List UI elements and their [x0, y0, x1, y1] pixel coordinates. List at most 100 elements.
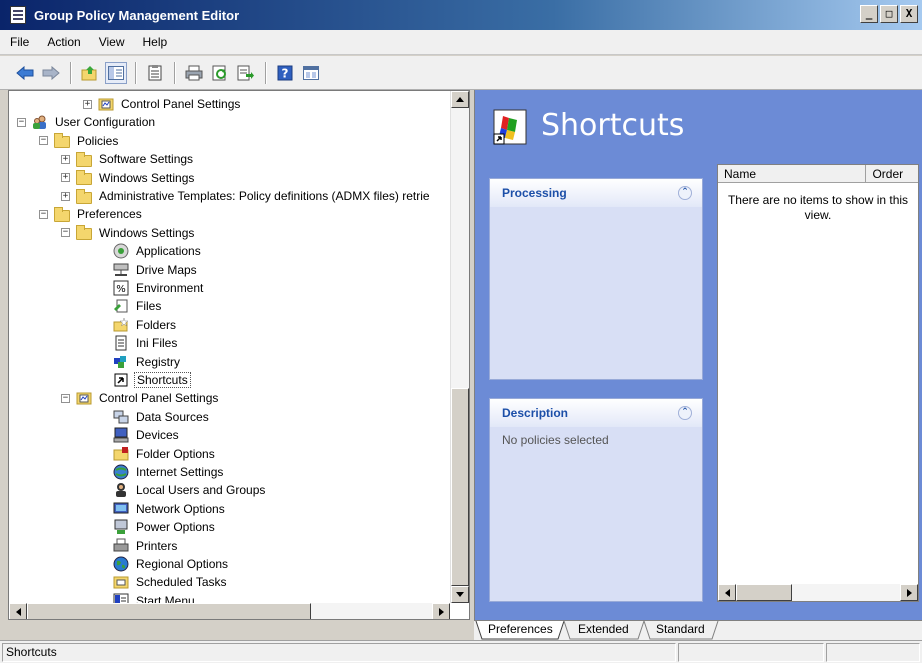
tree-item-administrative-templates-policy-definiti[interactable]: + Administrative Templates: Policy defini… [61, 187, 432, 205]
scroll-up-button[interactable] [451, 91, 469, 108]
tree-item-regional-options[interactable]: Regional Options [113, 555, 230, 573]
expand-icon[interactable]: + [61, 173, 70, 183]
user-config-icon [32, 114, 48, 130]
title-bar: Group Policy Management Editor _ □ X [0, 0, 922, 30]
collapse-icon[interactable]: − [61, 228, 70, 238]
tree-item-preferences[interactable]: − Preferences [39, 205, 144, 223]
collapse-chevron-icon[interactable]: ⌃ [678, 186, 692, 200]
tree-item-drive-maps[interactable]: Drive Maps [113, 261, 199, 279]
tree-item-local-users-and-groups[interactable]: Local Users and Groups [113, 481, 267, 499]
tree-item-start-menu[interactable]: Start Menu [113, 592, 197, 603]
tree-item-power-options[interactable]: Power Options [113, 518, 217, 536]
tree-item-label: Regional Options [136, 557, 229, 571]
tree-item-windows-settings[interactable]: + Windows Settings [61, 169, 196, 187]
arrow-down-icon [456, 592, 464, 597]
tree-vertical-scrollbar[interactable] [450, 91, 469, 603]
list-scroll-right-button[interactable] [900, 584, 918, 601]
column-header-name[interactable]: Name [718, 165, 867, 182]
tree-item-scheduled-tasks[interactable]: Scheduled Tasks [113, 573, 229, 591]
minimize-button[interactable]: _ [860, 5, 878, 23]
page-title: Shortcuts [541, 108, 685, 143]
menu-file[interactable]: File [10, 35, 29, 49]
scheduled-tasks-icon [113, 574, 129, 590]
folder-icon [76, 170, 92, 186]
list-horizontal-scrollbar[interactable] [718, 584, 918, 601]
tree-item-label: Preferences [77, 207, 142, 222]
properties-button[interactable] [144, 62, 166, 84]
folder-icon [54, 206, 70, 222]
tab-preferences[interactable]: Preferences [488, 621, 553, 640]
tree-item-applications[interactable]: Applications [113, 242, 203, 260]
menu-view[interactable]: View [99, 35, 125, 49]
maximize-button[interactable]: □ [880, 5, 898, 23]
tree-item-environment[interactable]: % Environment [113, 279, 205, 297]
up-level-button[interactable] [79, 62, 101, 84]
export-list-icon [237, 65, 254, 80]
tree-item-ini-files[interactable]: Ini Files [113, 334, 179, 352]
tree-item-label: Drive Maps [136, 262, 197, 277]
export-list-button[interactable] [235, 62, 257, 84]
tree-item-software-settings[interactable]: + Software Settings [61, 150, 195, 168]
scroll-right-button[interactable] [432, 603, 450, 619]
items-list-view[interactable]: Name Order There are no items to show in… [717, 164, 919, 602]
menu-action[interactable]: Action [47, 35, 80, 49]
scroll-left-button[interactable] [9, 603, 27, 619]
tree-item-folders[interactable]: Folders [113, 316, 178, 334]
tree-item-printers[interactable]: Printers [113, 537, 179, 555]
tree-item-windows-settings[interactable]: − Windows Settings [61, 224, 196, 242]
show-hide-tree-icon [108, 65, 124, 80]
list-scroll-thumb[interactable] [736, 584, 792, 601]
tab-standard[interactable]: Standard [656, 621, 705, 640]
tree-item-label: Software Settings [99, 152, 194, 167]
tree-item-internet-settings[interactable]: Internet Settings [113, 463, 225, 481]
tree-item-label: Scheduled Tasks [136, 575, 227, 590]
expand-icon[interactable]: + [61, 191, 70, 201]
tree-item-label: Ini Files [136, 336, 178, 351]
collapse-icon[interactable]: − [39, 136, 48, 146]
tree-item-label: Printers [136, 538, 178, 553]
tree-item-shortcuts[interactable]: Shortcuts [113, 371, 191, 389]
collapse-chevron-icon[interactable]: ⌃ [678, 406, 692, 420]
collapse-icon[interactable]: − [17, 117, 26, 127]
refresh-button[interactable] [209, 62, 231, 84]
power-options-icon [113, 519, 129, 535]
tree-item-files[interactable]: Files [113, 297, 163, 315]
print-button[interactable] [183, 62, 205, 84]
tree-item-policies[interactable]: − Policies [39, 132, 120, 150]
menu-help[interactable]: Help [143, 35, 168, 49]
list-header: Name Order [718, 165, 918, 183]
folders-icon [113, 317, 129, 333]
tab-extended[interactable]: Extended [578, 621, 629, 640]
tree-item-devices[interactable]: Devices [113, 426, 181, 444]
collapse-icon[interactable]: − [61, 393, 70, 403]
help-button[interactable]: ? [274, 62, 296, 84]
back-button[interactable] [14, 62, 36, 84]
tree-item-control-panel-settings[interactable]: − Control Panel Settings [61, 389, 220, 407]
tree-item-control-panel-settings[interactable]: + Control Panel Settings [83, 95, 242, 113]
folder-options-icon [113, 446, 129, 462]
collapse-icon[interactable]: − [39, 209, 48, 219]
tree-horizontal-scrollbar[interactable] [9, 603, 450, 619]
forward-button[interactable] [40, 62, 62, 84]
tree-item-network-options[interactable]: Network Options [113, 500, 227, 518]
tree-item-folder-options[interactable]: Folder Options [113, 445, 217, 463]
tree-item-user-configuration[interactable]: − User Configuration [17, 113, 157, 131]
console-button[interactable] [300, 62, 322, 84]
column-header-order[interactable]: Order [866, 165, 918, 182]
tree-item-label: Folders [136, 317, 177, 332]
toolbar-separator [174, 61, 175, 84]
expand-icon[interactable]: + [83, 99, 92, 109]
close-button[interactable]: X [900, 5, 918, 23]
processing-body [490, 207, 702, 219]
horizontal-scroll-thumb[interactable] [27, 603, 311, 619]
expand-icon[interactable]: + [61, 154, 70, 164]
list-scroll-left-button[interactable] [718, 584, 736, 601]
devices-icon [113, 427, 129, 443]
tree-item-registry[interactable]: Registry [113, 353, 182, 371]
drive-maps-icon [113, 262, 129, 278]
show-hide-tree-button[interactable] [105, 61, 127, 84]
svg-text:?: ? [282, 66, 289, 80]
tree-item-data-sources[interactable]: Data Sources [113, 408, 211, 426]
scroll-down-button[interactable] [451, 586, 469, 603]
scroll-thumb[interactable] [451, 388, 469, 586]
